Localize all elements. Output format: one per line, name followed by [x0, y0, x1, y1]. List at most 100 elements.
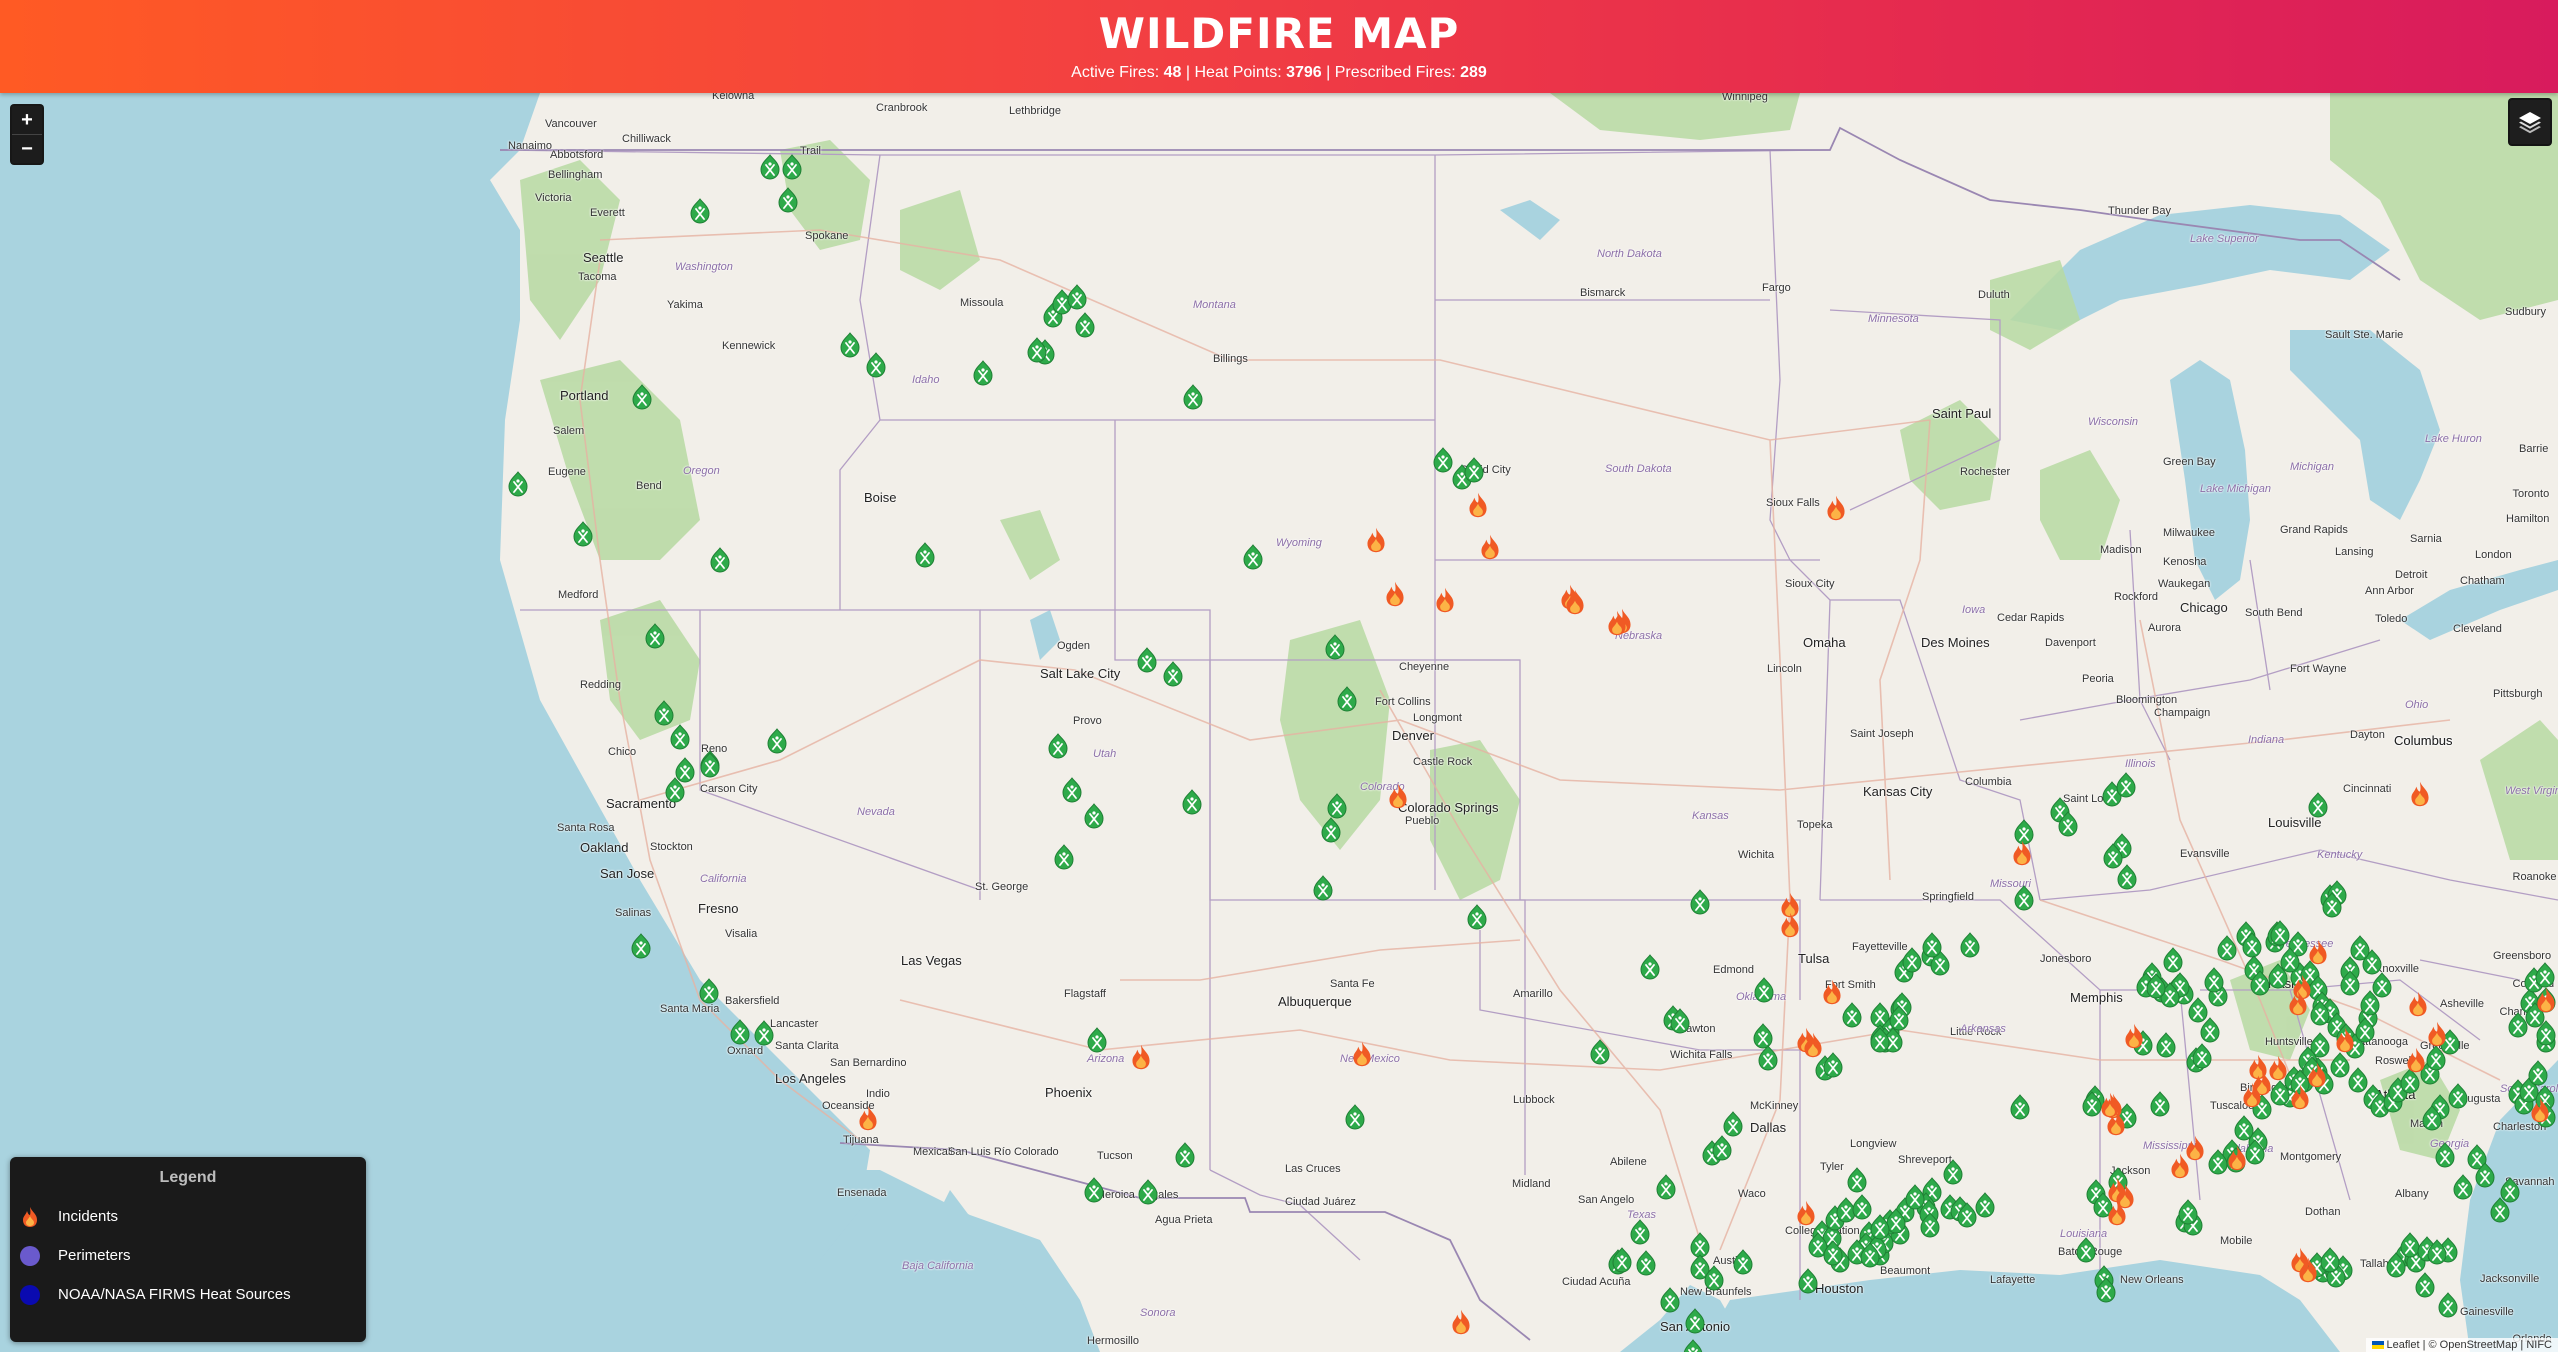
- layers-button[interactable]: [2508, 98, 2552, 146]
- legend-label: Incidents: [58, 1208, 119, 1225]
- city-label: Grand Rapids: [2280, 524, 2348, 536]
- city-label: Dothan: [2305, 1206, 2341, 1218]
- city-label: Milwaukee: [2163, 527, 2215, 539]
- region-label: Arkansas: [1960, 1023, 2006, 1035]
- city-label: Green Bay: [2163, 456, 2216, 468]
- active-fires-count: 48: [1163, 64, 1182, 81]
- city-label: Ogden: [1057, 640, 1091, 652]
- city-label: Bloomington: [2116, 694, 2178, 706]
- city-label: Rockford: [2114, 591, 2159, 603]
- region-label: Lake Superior: [2190, 233, 2259, 245]
- region-label: Kansas: [1692, 810, 1729, 822]
- city-label: Chico: [608, 746, 637, 758]
- city-label: Bakersfield: [725, 995, 780, 1007]
- city-label: Cincinnati: [2343, 783, 2392, 795]
- city-label: Sioux Falls: [1766, 497, 1820, 509]
- attribution-separator: |: [2520, 1339, 2524, 1351]
- city-label: Tacoma: [578, 271, 617, 283]
- city-label: Amarillo: [1513, 988, 1553, 1000]
- city-label: Ensenada: [837, 1187, 887, 1199]
- city-label: Toronto: [2512, 488, 2550, 500]
- city-label: Lafayette: [1990, 1274, 2036, 1286]
- city-label: Albany: [2395, 1188, 2429, 1200]
- city-label: Beaumont: [1880, 1265, 1931, 1277]
- city-label: Detroit: [2395, 569, 2428, 581]
- active-fires-label: Active Fires:: [1071, 64, 1160, 81]
- city-label: Seattle: [583, 250, 624, 265]
- layers-icon: [2519, 112, 2541, 134]
- city-label: Lethbridge: [1009, 105, 1061, 117]
- city-label: Sudbury: [2505, 306, 2546, 318]
- city-label: Chatham: [2460, 575, 2505, 587]
- city-label: Winnipeg: [1722, 93, 1768, 103]
- city-label: Saint Paul: [1932, 406, 1992, 421]
- city-label: Indio: [866, 1088, 890, 1100]
- region-label: Illinois: [2125, 758, 2156, 770]
- city-label: St. George: [975, 881, 1029, 893]
- city-label: San Angelo: [1578, 1194, 1635, 1206]
- region-label: Wisconsin: [2088, 416, 2139, 428]
- city-label: Phoenix: [1045, 1085, 1092, 1100]
- city-label: Victoria: [535, 192, 572, 204]
- city-label: San Bernardino: [830, 1057, 907, 1069]
- city-label: Abilene: [1610, 1156, 1647, 1168]
- city-label: Columbia: [1965, 776, 2012, 788]
- city-label: Kennewick: [722, 340, 776, 352]
- city-label: Chicago: [2180, 600, 2228, 615]
- city-label: Sault Ste. Marie: [2325, 329, 2404, 341]
- map-canvas[interactable]: Vancouver Nanaimo Victoria Kelowna Cranbrook…: [0, 93, 2558, 1352]
- nifc-link[interactable]: NIFC: [2526, 1339, 2552, 1351]
- attribution-separator: |: [2422, 1339, 2426, 1351]
- city-label: Kansas City: [1863, 784, 1933, 799]
- city-label: Lubbock: [1513, 1094, 1555, 1106]
- zoom-out-button[interactable]: −: [12, 134, 42, 163]
- region-label: Ohio: [2405, 699, 2429, 711]
- city-label: Bend: [636, 480, 662, 492]
- region-label: California: [700, 873, 747, 885]
- city-label: Toledo: [2375, 613, 2408, 625]
- region-label: Kentucky: [2317, 849, 2363, 861]
- page-title: WILDFIRE MAP: [1098, 9, 1460, 58]
- region-label: Indiana: [2248, 734, 2285, 746]
- city-label: Bellingham: [548, 169, 603, 181]
- city-label: Nanaimo: [508, 140, 553, 152]
- city-label: Santa Rosa: [557, 822, 615, 834]
- region-label: Montana: [1193, 299, 1236, 311]
- region-label: Idaho: [912, 374, 940, 386]
- ukraine-flag-icon: [2371, 1341, 2384, 1350]
- city-label: Waukegan: [2158, 578, 2211, 590]
- city-label: Kenosha: [2163, 556, 2207, 568]
- city-label: Pueblo: [1405, 815, 1440, 827]
- city-label: Yakima: [667, 299, 703, 311]
- city-label: Billings: [1213, 353, 1248, 365]
- city-label: Albuquerque: [1278, 994, 1352, 1009]
- region-label: Michigan: [2290, 461, 2335, 473]
- zoom-in-button[interactable]: +: [12, 106, 42, 134]
- city-label: Longmont: [1413, 712, 1462, 724]
- city-label: San Jose: [600, 866, 655, 881]
- city-label: Santa Fe: [1330, 978, 1375, 990]
- prescribed-fires-count: 289: [1460, 64, 1487, 81]
- city-label: Tijuana: [843, 1134, 879, 1146]
- city-label: Champaign: [2154, 707, 2211, 719]
- city-label: Chilliwack: [622, 133, 671, 145]
- region-label: North Dakota: [1597, 248, 1662, 260]
- heat-dot-icon: [20, 1284, 40, 1305]
- city-label: Lancaster: [770, 1018, 819, 1030]
- region-label: Lake Michigan: [2200, 483, 2271, 495]
- city-label: Salem: [553, 425, 585, 437]
- city-label: Hamilton: [2506, 513, 2550, 525]
- leaflet-link[interactable]: Leaflet: [2387, 1339, 2420, 1351]
- region-label: Utah: [1093, 748, 1117, 760]
- city-label: Rochester: [1960, 466, 2011, 478]
- legend-item-perimeters: Perimeters: [20, 1236, 366, 1275]
- osm-link[interactable]: © OpenStreetMap: [2429, 1339, 2518, 1351]
- city-label: Agua Prieta: [1155, 1214, 1213, 1226]
- city-label: Fort Collins: [1375, 696, 1431, 708]
- city-label: Oakland: [580, 840, 629, 855]
- city-label: Las Vegas: [901, 953, 962, 968]
- city-label: South Bend: [2245, 607, 2303, 619]
- city-label: Kelowna: [712, 93, 755, 102]
- app-header: WILDFIRE MAP Active Fires: 48 | Heat Poi…: [0, 0, 2558, 93]
- city-label: Dallas: [1750, 1120, 1787, 1135]
